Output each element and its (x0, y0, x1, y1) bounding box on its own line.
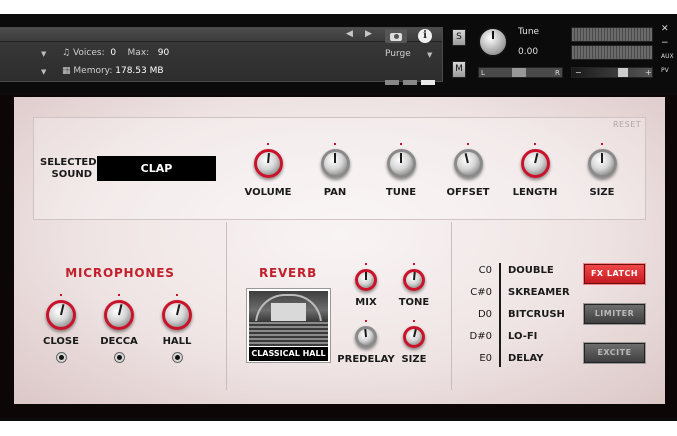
next-instrument-icon[interactable]: ▶ (365, 29, 372, 39)
output-meter-left (571, 27, 653, 42)
reverb-size-knob[interactable] (403, 320, 425, 348)
fx-name-2[interactable]: BITCRUSH (508, 309, 565, 321)
fx-divider (499, 263, 501, 367)
reverb-title: REVERB (258, 266, 318, 280)
fx-name-4[interactable]: DELAY (508, 353, 544, 365)
sound-offset-knob[interactable] (453, 142, 483, 178)
memory-label: Memory: (73, 66, 113, 76)
fx-note-3: D#0 (469, 331, 492, 342)
hall-mic-radio[interactable] (172, 352, 183, 363)
impulse-response-label: CLASSICAL HALL (249, 347, 328, 361)
max-voices-label: Max: (127, 48, 150, 58)
voices-readout: ♫ Voices: 0 Max: 90 (62, 48, 169, 58)
solo-button[interactable]: S (452, 29, 466, 46)
max-voices-value[interactable]: 90 (158, 48, 169, 58)
pv-label[interactable]: PV (661, 67, 669, 74)
fx-name-3[interactable]: LO-FI (508, 331, 537, 343)
purge-menu[interactable]: Purge (385, 49, 411, 59)
mic-close-knob[interactable] (46, 294, 76, 330)
purge-caret-icon[interactable]: ▼ (427, 51, 432, 59)
fx-note-1: C#0 (470, 287, 492, 298)
minimize-icon[interactable]: − (661, 38, 669, 48)
limiter-button[interactable]: LIMITER (584, 304, 645, 324)
prev-instrument-icon[interactable]: ◀ (346, 29, 353, 39)
instrument-header: ◀ ▶ i ▼ ♫ Voices: 0 Max: 90 ▼ ▦ Memory: … (0, 27, 443, 85)
reverb-mix-knob[interactable] (355, 263, 377, 291)
fx-latch-button[interactable]: FX LATCH (584, 264, 645, 284)
concert-hall-image (249, 291, 328, 346)
aux-label[interactable]: AUX (661, 53, 674, 60)
memory-value: 178.53 MB (115, 66, 164, 76)
midi-dropdown-caret-icon[interactable]: ▼ (41, 68, 46, 76)
voices-value: 0 (110, 48, 117, 58)
decca-mic-radio[interactable] (114, 352, 125, 363)
pan-slider[interactable]: L R (478, 67, 563, 78)
mic-decca-knob[interactable] (104, 294, 134, 330)
pan-left-label: L (481, 69, 485, 77)
volume-slider[interactable]: − + (571, 67, 653, 78)
reverb-size-label: SIZE (401, 354, 427, 365)
instrument-header-titlebar (0, 28, 442, 42)
close-mic-radio[interactable] (56, 352, 67, 363)
volume-plus-label: + (645, 68, 652, 77)
tune-value: 0.00 (518, 47, 539, 57)
bottom-strip (0, 418, 677, 421)
selected-sound-display[interactable]: CLAP (97, 156, 216, 181)
sound-volume-knob[interactable] (253, 142, 283, 178)
divider-mic-reverb (226, 222, 227, 390)
reverb-tone-label: TONE (398, 297, 430, 308)
selected-sound-label: SELECTED SOUND (40, 157, 97, 180)
sound-size-label: SIZE (589, 187, 615, 198)
mute-button[interactable]: M (452, 61, 466, 78)
pan-right-label: R (555, 69, 560, 77)
sound-length-knob[interactable] (520, 142, 550, 178)
voices-label: Voices: (72, 48, 105, 58)
fx-note-0: C0 (478, 265, 492, 276)
output-meter-right (571, 45, 653, 60)
fx-name-0[interactable]: DOUBLE (508, 265, 554, 277)
snapshot-camera-icon[interactable] (385, 29, 407, 43)
output-dropdown-caret-icon[interactable]: ▼ (41, 50, 46, 58)
fx-note-2: D0 (477, 309, 492, 320)
tune-label: Tune (518, 27, 540, 37)
excite-button[interactable]: EXCITE (584, 343, 645, 363)
memory-icon: ▦ (62, 66, 71, 76)
impulse-response-selector[interactable]: CLASSICAL HALL (246, 288, 331, 363)
fx-name-1[interactable]: SKREAMER (508, 287, 570, 299)
reverb-predelay-knob[interactable] (355, 320, 377, 348)
volume-minus-label: − (575, 68, 582, 77)
reset-button[interactable]: RESET (613, 120, 641, 129)
reverb-tone-knob[interactable] (403, 263, 425, 291)
purge-label: Purge (385, 49, 411, 59)
mic-hall-label: HALL (162, 336, 192, 347)
volume-slider-thumb[interactable] (618, 68, 628, 77)
sound-size-knob[interactable] (587, 142, 617, 178)
sound-pan-knob[interactable] (320, 142, 350, 178)
mic-hall-knob[interactable] (162, 294, 192, 330)
voices-icon: ♫ (62, 48, 71, 58)
close-icon[interactable]: ✕ (661, 24, 669, 34)
memory-readout: ▦ Memory: 178.53 MB (62, 66, 164, 76)
sound-tune-knob[interactable] (386, 142, 416, 178)
fx-note-4: E0 (479, 353, 492, 364)
info-icon[interactable]: i (416, 29, 434, 43)
pan-slider-thumb[interactable] (512, 68, 526, 77)
microphones-title: MICROPHONES (65, 266, 175, 280)
purge-indicators (385, 70, 439, 89)
tune-knob[interactable] (478, 27, 508, 57)
